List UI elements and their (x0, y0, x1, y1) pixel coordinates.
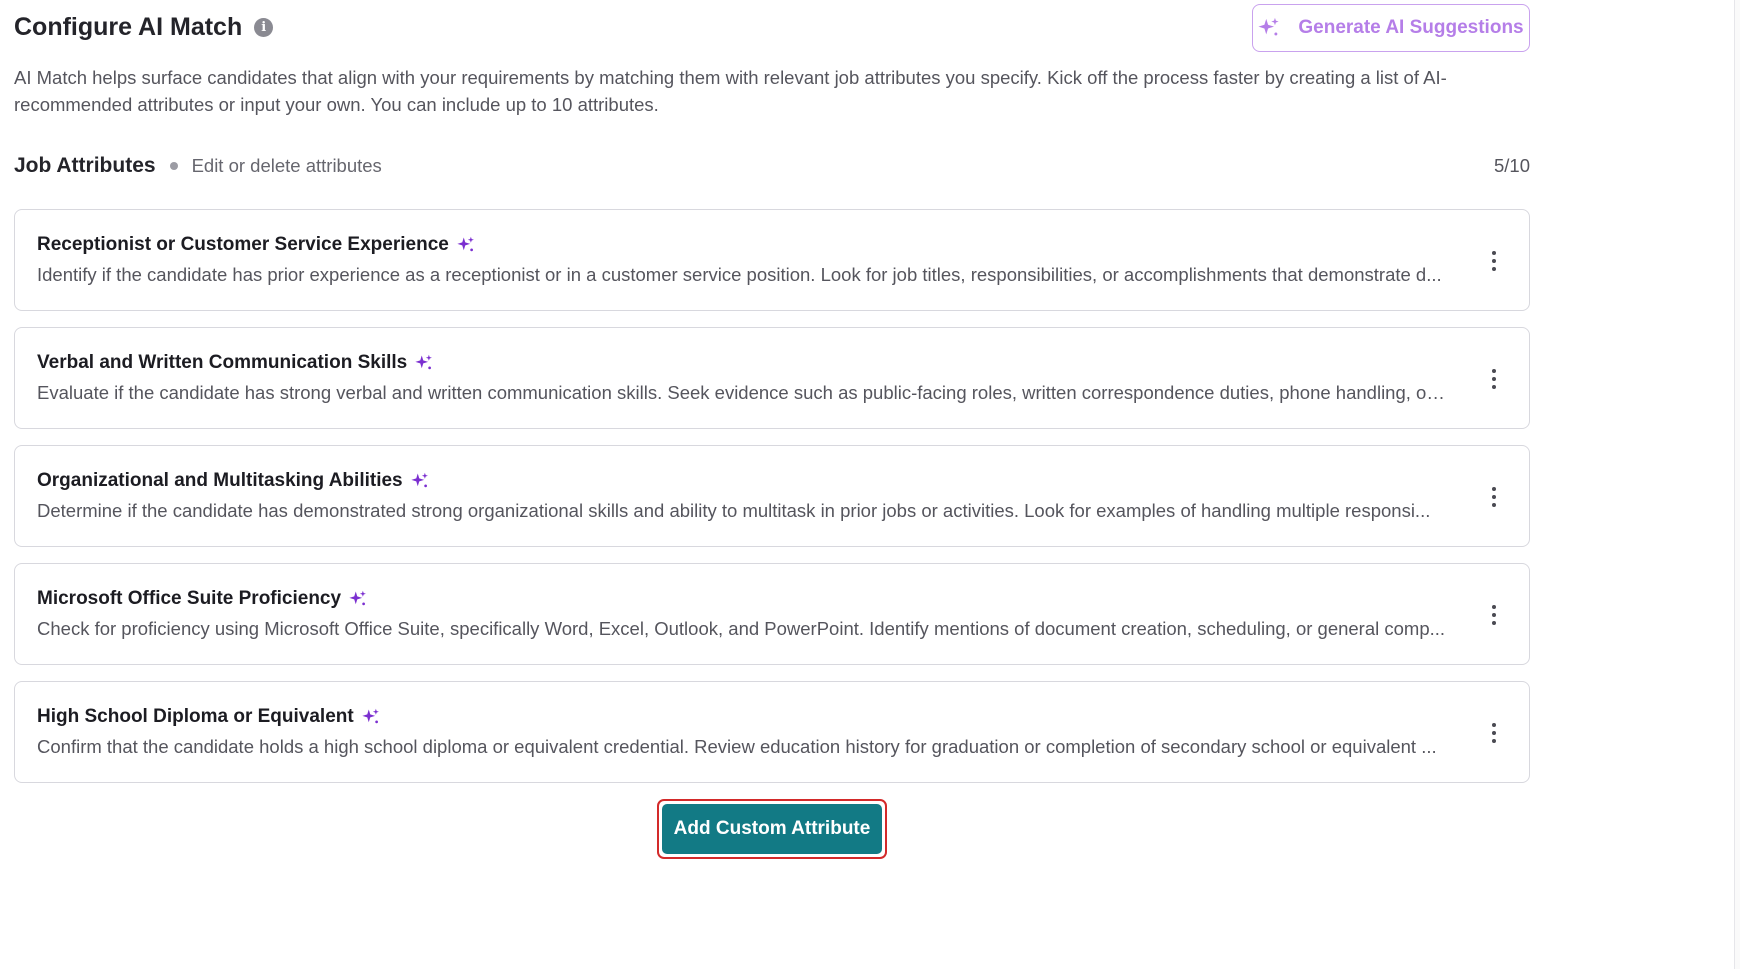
attribute-card[interactable]: Verbal and Written Communication Skills … (14, 327, 1530, 429)
main-content: Configure AI Match i Generate AI Suggest… (14, 0, 1530, 783)
generate-ai-suggestions-button[interactable]: Generate AI Suggestions (1252, 4, 1530, 52)
configure-ai-match-panel: Configure AI Match i Generate AI Suggest… (0, 0, 1740, 969)
attribute-description: Identify if the candidate has prior expe… (37, 264, 1442, 285)
info-icon[interactable]: i (254, 18, 274, 37)
attribute-card[interactable]: Receptionist or Customer Service Experie… (14, 209, 1530, 311)
attribute-title-text: Receptionist or Customer Service Experie… (37, 234, 449, 255)
sparkle-icon (457, 236, 475, 254)
attribute-description: Determine if the candidate has demonstra… (37, 500, 1431, 521)
sparkle-icon (415, 354, 433, 372)
attributes-header: Job Attributes Edit or delete attributes… (14, 152, 1530, 180)
attribute-title: Verbal and Written Communication Skills (37, 352, 433, 374)
add-custom-attribute-highlight: Add Custom Attribute (657, 799, 887, 859)
attribute-title-text: Microsoft Office Suite Proficiency (37, 588, 342, 609)
attribute-card[interactable]: High School Diploma or Equivalent Confir… (14, 681, 1530, 783)
separator-dot (169, 162, 178, 170)
sparkle-icon (411, 472, 429, 490)
more-vertical-icon[interactable] (1489, 720, 1499, 746)
sparkle-icon (349, 590, 367, 608)
attribute-description: Evaluate if the candidate has strong ver… (37, 382, 1447, 403)
attribute-title: Organizational and Multitasking Abilitie… (37, 470, 429, 492)
sparkle-icon (1258, 17, 1280, 39)
attribute-title-text: Organizational and Multitasking Abilitie… (37, 470, 403, 491)
attribute-title-text: Verbal and Written Communication Skills (37, 352, 408, 373)
header: Configure AI Match i Generate AI Suggest… (14, 0, 1530, 58)
attribute-title: Receptionist or Customer Service Experie… (37, 234, 475, 256)
more-vertical-icon[interactable] (1489, 484, 1499, 510)
page-title-text: Configure AI Match (14, 13, 243, 41)
attribute-description: Check for proficiency using Microsoft Of… (37, 618, 1446, 639)
description-text: AI Match helps surface candidates that a… (14, 67, 1447, 115)
attribute-title: Microsoft Office Suite Proficiency (37, 588, 367, 610)
attribute-title: High School Diploma or Equivalent (37, 706, 380, 728)
more-vertical-icon[interactable] (1489, 248, 1499, 274)
generate-ai-suggestions-label: Generate AI Suggestions (1298, 17, 1524, 38)
more-vertical-icon[interactable] (1489, 602, 1499, 628)
scrollbar[interactable] (1734, 0, 1740, 969)
attributes-subtitle: Edit or delete attributes (191, 155, 382, 176)
attributes-title: Job Attributes (14, 154, 156, 177)
sparkle-icon (362, 708, 380, 726)
more-vertical-icon[interactable] (1489, 366, 1499, 392)
attribute-card[interactable]: Microsoft Office Suite Proficiency Check… (14, 563, 1530, 665)
add-custom-attribute-button[interactable]: Add Custom Attribute (662, 804, 882, 854)
page-title: Configure AI Match i (14, 13, 274, 42)
attribute-title-text: High School Diploma or Equivalent (37, 706, 354, 727)
attribute-description: Confirm that the candidate holds a high … (37, 736, 1437, 757)
attributes-count: 5/10 (1493, 155, 1530, 176)
attribute-card[interactable]: Organizational and Multitasking Abilitie… (14, 445, 1530, 547)
